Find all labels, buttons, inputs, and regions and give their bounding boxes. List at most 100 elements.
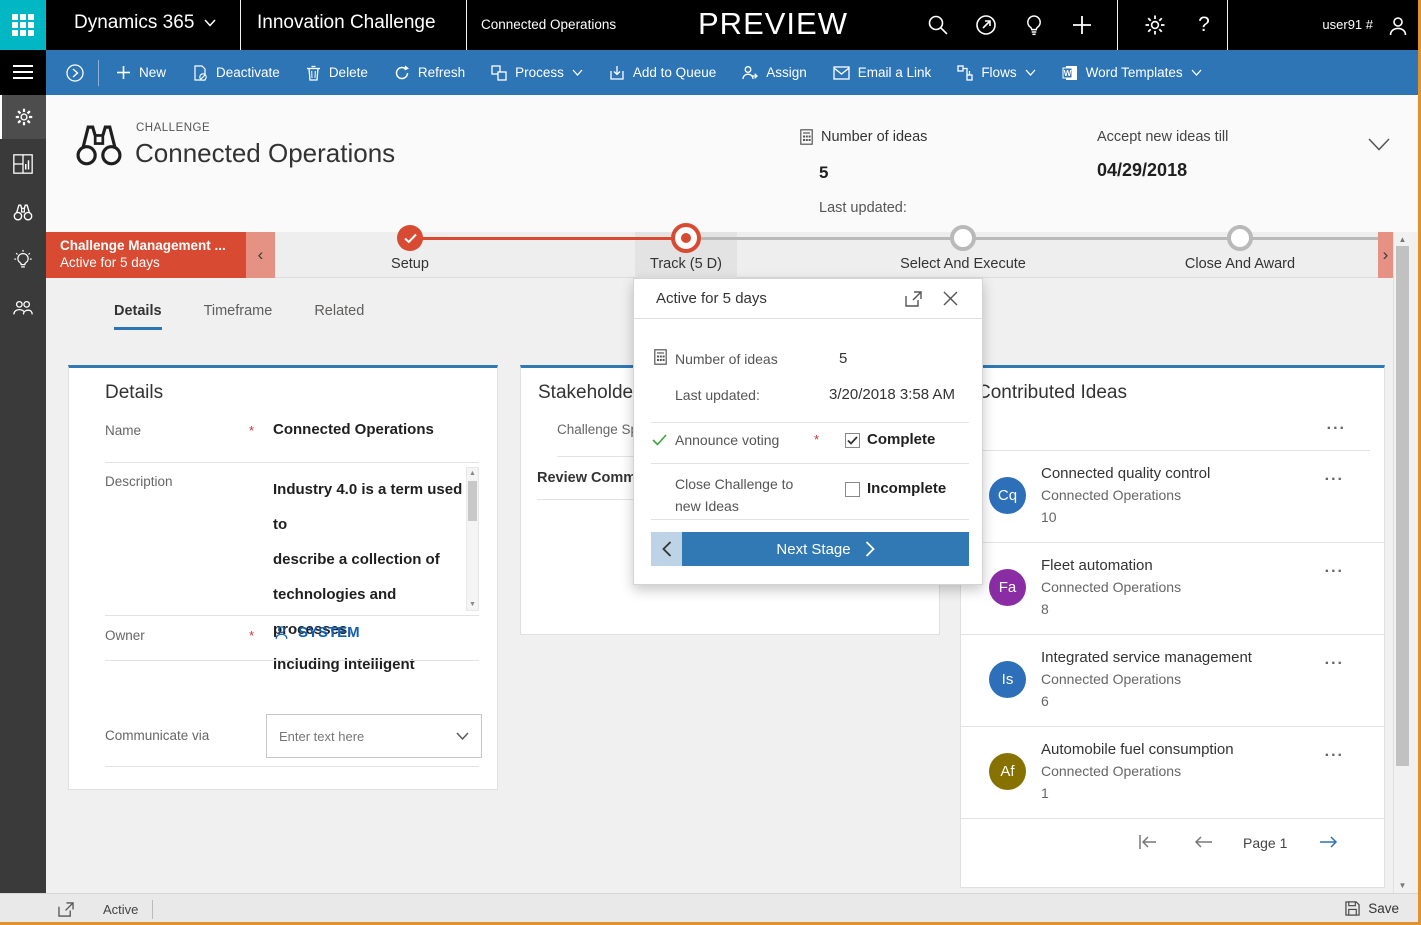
idea-title[interactable]: Integrated service management: [1041, 649, 1252, 666]
popout-icon[interactable]: [58, 902, 74, 917]
stage-label-setup[interactable]: Setup: [360, 256, 460, 272]
user-name[interactable]: user91 #: [1322, 17, 1373, 32]
step2-label-line2: new Ideas: [675, 495, 793, 517]
stage-select-circle[interactable]: [950, 225, 976, 251]
command-label: Word Templates: [1086, 65, 1183, 80]
idea-title[interactable]: Connected quality control: [1041, 465, 1210, 482]
tab-details[interactable]: Details: [114, 303, 162, 330]
bpf-process-block[interactable]: Challenge Management ... Active for 5 da…: [46, 232, 246, 278]
bpf-scroll-right-button[interactable]: ›: [1378, 232, 1393, 278]
idea-title[interactable]: Automobile fuel consumption: [1041, 741, 1234, 758]
search-icon[interactable]: [926, 13, 950, 37]
field-divider: [105, 766, 479, 767]
header-chevron-down-icon[interactable]: [1368, 138, 1390, 151]
brand-label: Dynamics 365: [74, 12, 194, 34]
close-icon[interactable]: [943, 291, 958, 306]
waffle-icon: [12, 14, 34, 36]
quick-create-plus-icon[interactable]: [1070, 13, 1094, 37]
command-add-to-queue[interactable]: Add to Queue: [596, 50, 729, 95]
sidebar-item-ideas[interactable]: [0, 238, 46, 282]
idea-more-options-icon[interactable]: [1325, 655, 1344, 665]
help-icon[interactable]: ?: [1192, 13, 1216, 37]
command-deactivate[interactable]: Deactivate: [179, 50, 293, 95]
email-icon: [833, 66, 850, 80]
next-stage-button[interactable]: Next Stage: [682, 532, 969, 566]
stage-setup-circle[interactable]: [397, 225, 423, 251]
owner-field-value[interactable]: SYSTEM: [273, 624, 360, 641]
description-scrollbar[interactable]: ▲ ▼: [466, 467, 479, 611]
name-field-value[interactable]: Connected Operations: [273, 421, 434, 438]
command-word-templates[interactable]: W Word Templates: [1049, 50, 1215, 95]
sidebar-item-dashboards[interactable]: [0, 142, 46, 186]
calculator-icon: [800, 129, 813, 145]
scroll-up-icon[interactable]: ▲: [467, 470, 478, 477]
command-email-a-link[interactable]: Email a Link: [820, 50, 945, 95]
stage-close-circle[interactable]: [1227, 225, 1253, 251]
communicate-via-combobox[interactable]: Enter text here: [266, 714, 482, 758]
idea-list-item[interactable]: Cq Connected quality control Connected O…: [961, 451, 1384, 543]
step1-checkbox[interactable]: [845, 433, 860, 448]
contributed-ideas-card: Contributed Ideas Cq Connected quality c…: [960, 365, 1385, 888]
previous-page-icon[interactable]: [1193, 832, 1215, 852]
settings-gear-icon[interactable]: [1143, 13, 1167, 37]
next-stage-label: Next Stage: [776, 541, 850, 558]
command-label: New: [139, 65, 166, 80]
sidebar-item-teams[interactable]: [0, 286, 46, 330]
sidebar-item-settings[interactable]: [0, 95, 46, 139]
command-refresh[interactable]: Refresh: [381, 50, 478, 95]
bpf-scroll-left-button[interactable]: ‹: [246, 232, 275, 278]
status-bar: Active Save: [0, 893, 1421, 925]
idea-more-options-icon[interactable]: [1325, 563, 1344, 573]
scrollbar-thumb[interactable]: [1396, 246, 1409, 766]
idea-list-item[interactable]: Fa Fleet automation Connected Operations…: [961, 543, 1384, 635]
person-icon: [273, 624, 290, 641]
command-process[interactable]: Process: [478, 50, 596, 95]
scroll-down-icon[interactable]: ▼: [467, 601, 478, 608]
expand-command-bar-button[interactable]: [56, 50, 94, 95]
idea-list-item[interactable]: Af Automobile fuel consumption Connected…: [961, 727, 1384, 819]
command-flows[interactable]: Flows: [944, 50, 1048, 95]
chevron-left-icon: [662, 541, 672, 557]
expand-flyout-icon[interactable]: [905, 291, 922, 307]
record-name-breadcrumb[interactable]: Connected Operations: [481, 17, 616, 32]
scrollbar-thumb[interactable]: [468, 481, 477, 521]
app-launcher-button[interactable]: [0, 0, 46, 50]
command-new[interactable]: New: [103, 50, 179, 95]
user-icon[interactable]: [1386, 14, 1410, 38]
step2-checkbox[interactable]: [845, 482, 860, 497]
idea-title[interactable]: Fleet automation: [1041, 557, 1153, 574]
idea-list-item[interactable]: Is Integrated service management Connect…: [961, 635, 1384, 727]
scroll-down-icon[interactable]: ▼: [1394, 881, 1411, 890]
form-tabs: Details Timeframe Related: [114, 303, 364, 330]
tab-related[interactable]: Related: [314, 303, 364, 330]
next-page-icon[interactable]: [1317, 832, 1339, 852]
app-name[interactable]: Innovation Challenge: [257, 12, 436, 34]
page-scrollbar[interactable]: ▲ ▼: [1393, 232, 1411, 893]
tab-timeframe[interactable]: Timeframe: [204, 303, 273, 330]
chevron-down-icon: [456, 732, 469, 740]
description-line: Industry 4.0 is a term used to: [273, 472, 467, 542]
save-button[interactable]: Save: [1345, 901, 1399, 916]
command-delete[interactable]: Delete: [293, 50, 381, 95]
card-more-options-icon[interactable]: [1327, 420, 1346, 430]
bpf-connector-completed: [410, 237, 686, 240]
scroll-up-icon[interactable]: ▲: [1394, 235, 1411, 244]
stage-label-select-and-execute[interactable]: Select And Execute: [888, 256, 1038, 272]
owner-link[interactable]: SYSTEM: [298, 624, 360, 641]
sidebar-menu-button[interactable]: [0, 50, 46, 95]
stage-label-track[interactable]: Track (5 D): [636, 256, 736, 272]
brand-menu[interactable]: Dynamics 365: [74, 12, 216, 34]
sidebar-item-challenges[interactable]: [0, 190, 46, 234]
save-floppy-icon: [1345, 901, 1360, 916]
guided-tour-icon[interactable]: [974, 13, 998, 37]
lightbulb-idea-icon: [12, 249, 34, 271]
description-field-value[interactable]: Industry 4.0 is a term used to describe …: [273, 472, 467, 682]
idea-more-options-icon[interactable]: [1325, 747, 1344, 757]
stage-label-close-and-award[interactable]: Close And Award: [1170, 256, 1310, 272]
lightbulb-icon[interactable]: [1022, 13, 1046, 37]
stage-track-circle[interactable]: [671, 223, 701, 253]
idea-more-options-icon[interactable]: [1325, 471, 1344, 481]
command-assign[interactable]: Assign: [729, 50, 820, 95]
previous-stage-button[interactable]: [651, 532, 682, 566]
first-page-icon[interactable]: [1137, 832, 1159, 852]
